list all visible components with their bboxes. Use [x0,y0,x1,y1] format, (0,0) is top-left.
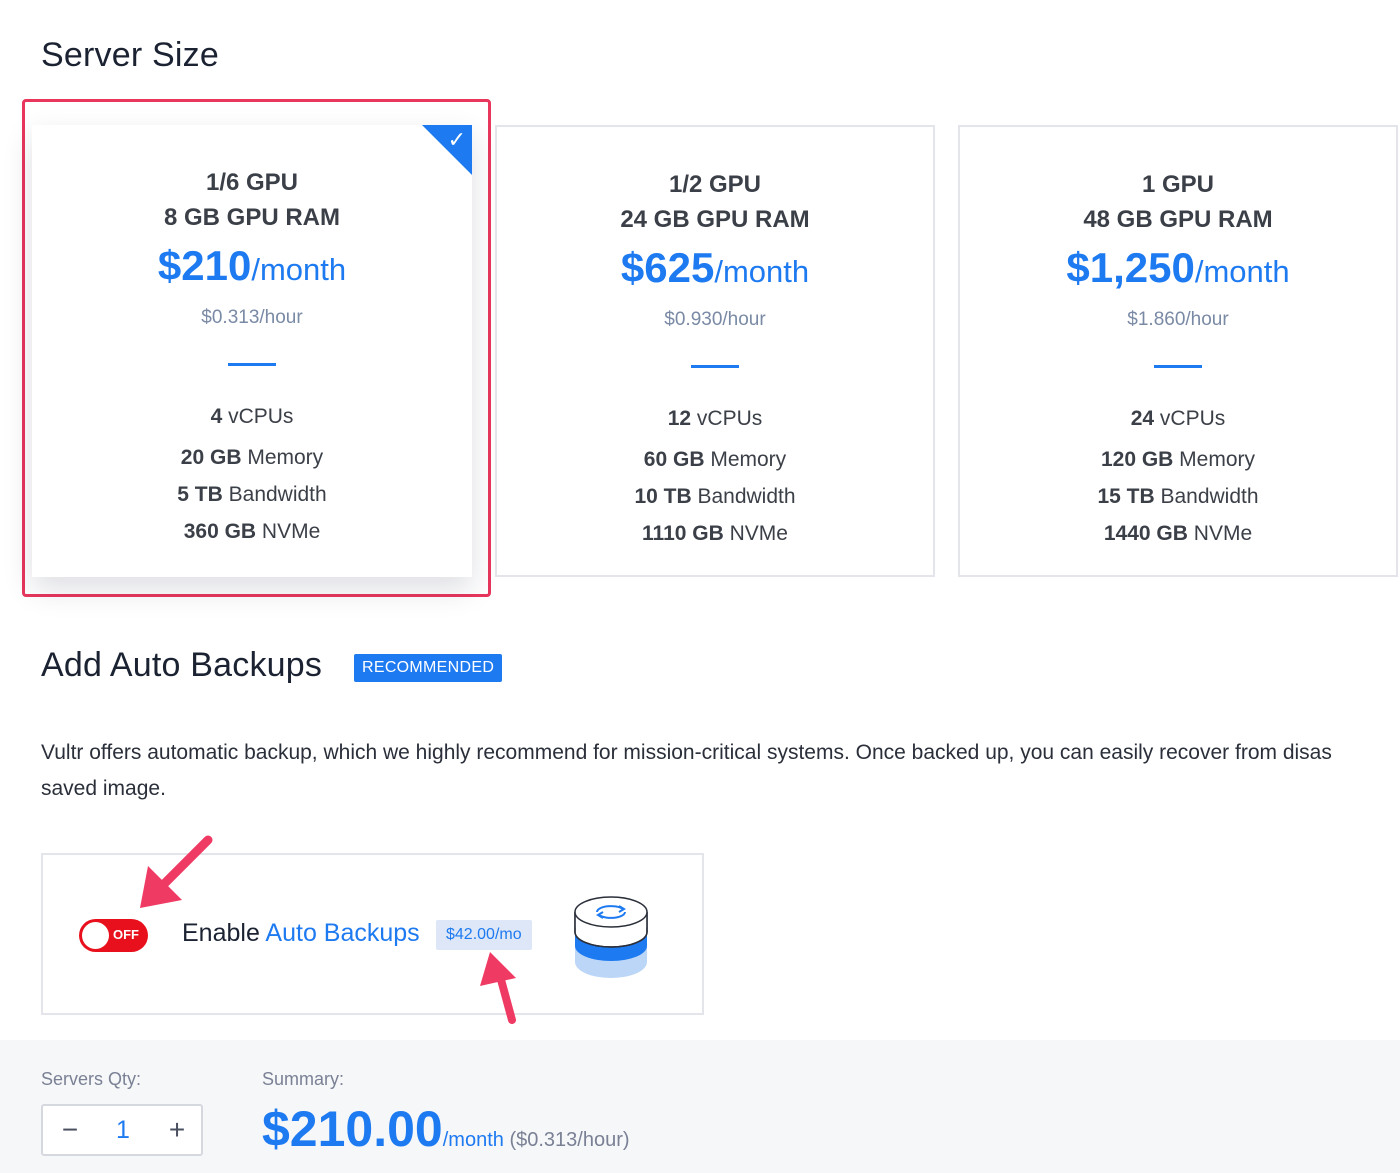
plan-memory-value: 20 GB [180,446,242,469]
plan-memory-label: Memory [1173,448,1256,471]
checkmark-icon: ✓ [447,127,466,152]
plan-price-period: /month [714,254,810,289]
auto-backups-link[interactable]: Auto Backups [265,919,419,947]
plan-storage-label: NVMe [256,520,321,543]
servers-qty-label: Servers Qty: [41,1069,142,1089]
plan-divider [1154,365,1202,368]
qty-increment-button[interactable]: + [162,1114,192,1146]
plan-memory: 120 GB Memory [960,441,1396,478]
annotation-arrow-price [480,952,516,1024]
plan-bandwidth-label: Bandwidth [1154,485,1259,508]
plan-hourly-price: $0.313/hour [201,307,303,328]
plan-bandwidth: 15 TB Bandwidth [960,478,1396,515]
toggle-knob [82,922,109,949]
qty-decrement-button[interactable]: − [55,1114,85,1146]
plan-bandwidth-label: Bandwidth [222,483,327,506]
backup-price-badge: $42.00/mo [436,920,532,950]
plan-memory-value: 60 GB [643,448,705,471]
qty-value[interactable]: 1 [109,1116,137,1145]
plan-vcpus-label: vCPUs [222,405,294,428]
plan-storage-value: 360 GB [183,520,257,543]
plan-vcpus-value: 4 [210,405,223,428]
plan-storage-value: 1110 GB [642,522,724,545]
plan-vcpus: 24 vCPUs [960,400,1396,437]
auto-backups-toggle[interactable]: OFF [79,919,148,952]
plan-divider [691,365,739,368]
plan-divider [228,363,276,366]
plan-price-amount: $625 [620,244,715,291]
plan-gpu: 1/6 GPU [205,169,299,196]
plan-storage-value: 1440 GB [1103,522,1188,545]
description-line-2: saved image. [41,777,166,800]
plan-hourly-price: $1.860/hour [1127,309,1229,330]
summary-hourly: ($0.313/hour) [503,1129,630,1151]
enable-prefix: Enable [182,919,266,947]
recommended-badge: RECOMMENDED [354,654,503,682]
plan-card-1-2-gpu[interactable]: 1/2 GPU 24 GB GPU RAM $625/month $0.930/… [495,125,935,577]
plan-vcpus-value: 24 [1130,407,1155,430]
plan-price: $1,250/month [960,245,1396,301]
plan-storage-label: NVMe [1187,522,1253,545]
plan-vcpus-label: vCPUs [691,407,763,430]
plan-gpu: 1 GPU [1141,171,1215,198]
plan-memory: 20 GB Memory [32,439,472,476]
plan-gpu: 1/2 GPU [668,171,762,198]
summary-total: $210.00/month ($0.313/hour) [262,1100,630,1158]
plan-memory-label: Memory [241,446,324,469]
plan-storage: 1110 GB NVMe [497,515,933,552]
plan-memory: 60 GB Memory [497,441,933,478]
plan-gpu-ram: 24 GB GPU RAM [620,206,810,233]
plan-price: $210/month [32,243,472,299]
plan-hourly-price: $0.930/hour [664,309,766,330]
auto-backups-description: Vultr offers automatic backup, which we … [41,735,1400,807]
plan-price-amount: $210 [157,242,252,289]
enable-auto-backups-label: Enable Auto Backups [182,919,420,948]
servers-qty-stepper: − 1 + [41,1104,203,1156]
summary-total-amount: $210.00 [262,1101,443,1157]
server-size-title: Server Size [41,36,219,74]
plan-memory-label: Memory [704,448,787,471]
plan-bandwidth: 5 TB Bandwidth [32,476,472,513]
plan-bandwidth-value: 5 TB [177,483,223,506]
plan-vcpus: 12 vCPUs [497,400,933,437]
annotation-arrow-toggle [140,835,213,908]
plan-storage-label: NVMe [723,522,788,545]
plan-bandwidth-value: 10 TB [634,485,692,508]
plan-storage: 1440 GB NVMe [960,515,1396,552]
auto-backups-title: Add Auto Backups [41,646,323,684]
plan-gpu-ram: 8 GB GPU RAM [163,204,340,231]
plan-vcpus-label: vCPUs [1154,407,1226,430]
summary-label: Summary: [262,1069,345,1089]
plan-gpu-ram: 48 GB GPU RAM [1083,206,1273,233]
plan-bandwidth: 10 TB Bandwidth [497,478,933,515]
order-summary-bar: Servers Qty: − 1 + Summary: $210.00/mont… [0,1040,1400,1173]
plan-bandwidth-value: 15 TB [1097,485,1155,508]
plan-vcpus: 4 vCPUs [32,398,472,435]
plan-price-period: /month [1194,254,1290,289]
backup-database-icon [574,896,648,978]
summary-period: /month [442,1129,504,1151]
plan-card-1-6-gpu[interactable]: ✓ 1/6 GPU 8 GB GPU RAM $210/month $0.313… [32,125,472,577]
plan-memory-value: 120 GB [1100,448,1174,471]
plan-bandwidth-label: Bandwidth [691,485,796,508]
plan-vcpus-value: 12 [667,407,692,430]
toggle-state-label: OFF [113,927,139,942]
plan-card-1-gpu[interactable]: 1 GPU 48 GB GPU RAM $1,250/month $1.860/… [958,125,1398,577]
plan-price-period: /month [251,252,347,287]
plan-price: $625/month [497,245,933,301]
plan-storage: 360 GB NVMe [32,513,472,550]
plan-price-amount: $1,250 [1066,244,1195,291]
description-line-1: Vultr offers automatic backup, which we … [41,741,1332,764]
